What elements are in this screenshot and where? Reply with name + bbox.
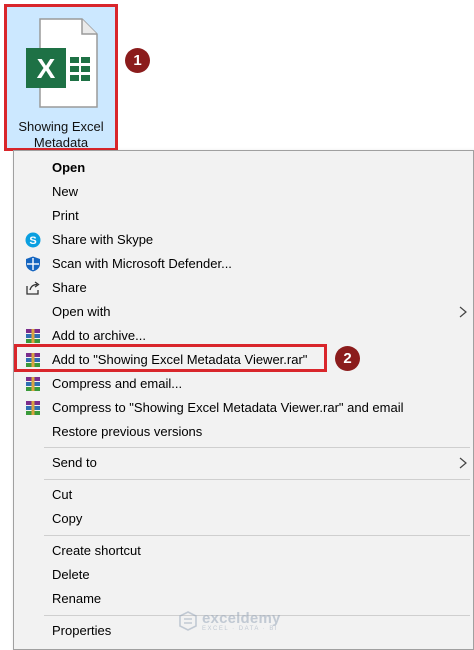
menu-item-delete[interactable]: Delete xyxy=(14,563,473,587)
winrar-icon xyxy=(26,329,40,343)
menu-item-label: Delete xyxy=(52,567,90,582)
menu-item-print[interactable]: Print xyxy=(14,204,473,228)
watermark-name: exceldemy xyxy=(202,609,281,627)
menu-item-label: Copy xyxy=(52,511,83,526)
menu-item-label: Share xyxy=(52,280,87,295)
menu-item-open-with[interactable]: Open with xyxy=(14,300,473,324)
menu-item-label: Open xyxy=(52,160,86,175)
menu-item-label: Compress to "Showing Excel Metadata View… xyxy=(52,400,404,415)
winrar-icon xyxy=(26,377,40,391)
file-name-label: Showing Excel Metadata xyxy=(18,119,104,150)
chevron-right-icon xyxy=(459,457,467,469)
menu-item-label: Rename xyxy=(52,591,102,606)
menu-item-compress-to-rar-email[interactable]: Compress to "Showing Excel Metadata View… xyxy=(14,396,473,420)
menu-item-cut[interactable]: Cut xyxy=(14,483,473,507)
menu-item-create-shortcut[interactable]: Create shortcut xyxy=(14,539,473,563)
menu-item-label: Cut xyxy=(52,487,73,502)
excel-file-icon-tile[interactable]: X Showing Excel Metadata xyxy=(4,4,118,151)
menu-separator xyxy=(44,535,470,536)
skype-icon: S xyxy=(25,232,41,248)
menu-item-scan-defender[interactable]: Scan with Microsoft Defender... xyxy=(14,252,473,276)
menu-item-share-with-skype[interactable]: S Share with Skype xyxy=(14,228,473,252)
menu-item-send-to[interactable]: Send to xyxy=(14,451,473,475)
menu-item-label: Send to xyxy=(52,455,97,470)
chevron-right-icon xyxy=(459,306,467,318)
svg-text:S: S xyxy=(29,235,36,247)
menu-item-label: Compress and email... xyxy=(52,376,183,391)
excel-letter: X xyxy=(37,53,56,84)
defender-shield-icon xyxy=(26,256,40,272)
exceldemy-logo-icon xyxy=(179,611,197,631)
menu-item-open[interactable]: Open xyxy=(14,156,473,180)
menu-item-label: Open with xyxy=(52,304,111,319)
menu-item-new[interactable]: New xyxy=(14,180,473,204)
menu-item-label: Share with Skype xyxy=(52,232,154,247)
excel-file-icon: X xyxy=(26,18,98,108)
winrar-icon xyxy=(26,401,40,415)
menu-item-rename[interactable]: Rename xyxy=(14,587,473,611)
menu-separator xyxy=(44,479,470,480)
menu-item-restore-previous-versions[interactable]: Restore previous versions xyxy=(14,420,473,444)
menu-item-copy[interactable]: Copy xyxy=(14,507,473,531)
menu-item-label: Create shortcut xyxy=(52,543,141,558)
context-menu: Open New Print S Share with Skype Scan w… xyxy=(13,150,474,650)
menu-item-compress-and-email[interactable]: Compress and email... xyxy=(14,372,473,396)
highlight-box xyxy=(14,344,327,372)
menu-item-share[interactable]: Share xyxy=(14,276,473,300)
menu-item-label: New xyxy=(52,184,79,199)
menu-item-label: Properties xyxy=(52,623,112,638)
share-icon xyxy=(26,281,40,295)
step-badge-1: 1 xyxy=(125,48,150,73)
exceldemy-watermark: exceldemy EXCEL · DATA · BI xyxy=(178,610,281,632)
step-badge-2: 2 xyxy=(335,346,360,371)
menu-item-label: Scan with Microsoft Defender... xyxy=(52,256,232,271)
menu-item-label: Print xyxy=(52,208,79,223)
menu-separator xyxy=(44,447,470,448)
watermark-tagline: EXCEL · DATA · BI xyxy=(202,625,279,632)
menu-item-label: Restore previous versions xyxy=(52,424,203,439)
